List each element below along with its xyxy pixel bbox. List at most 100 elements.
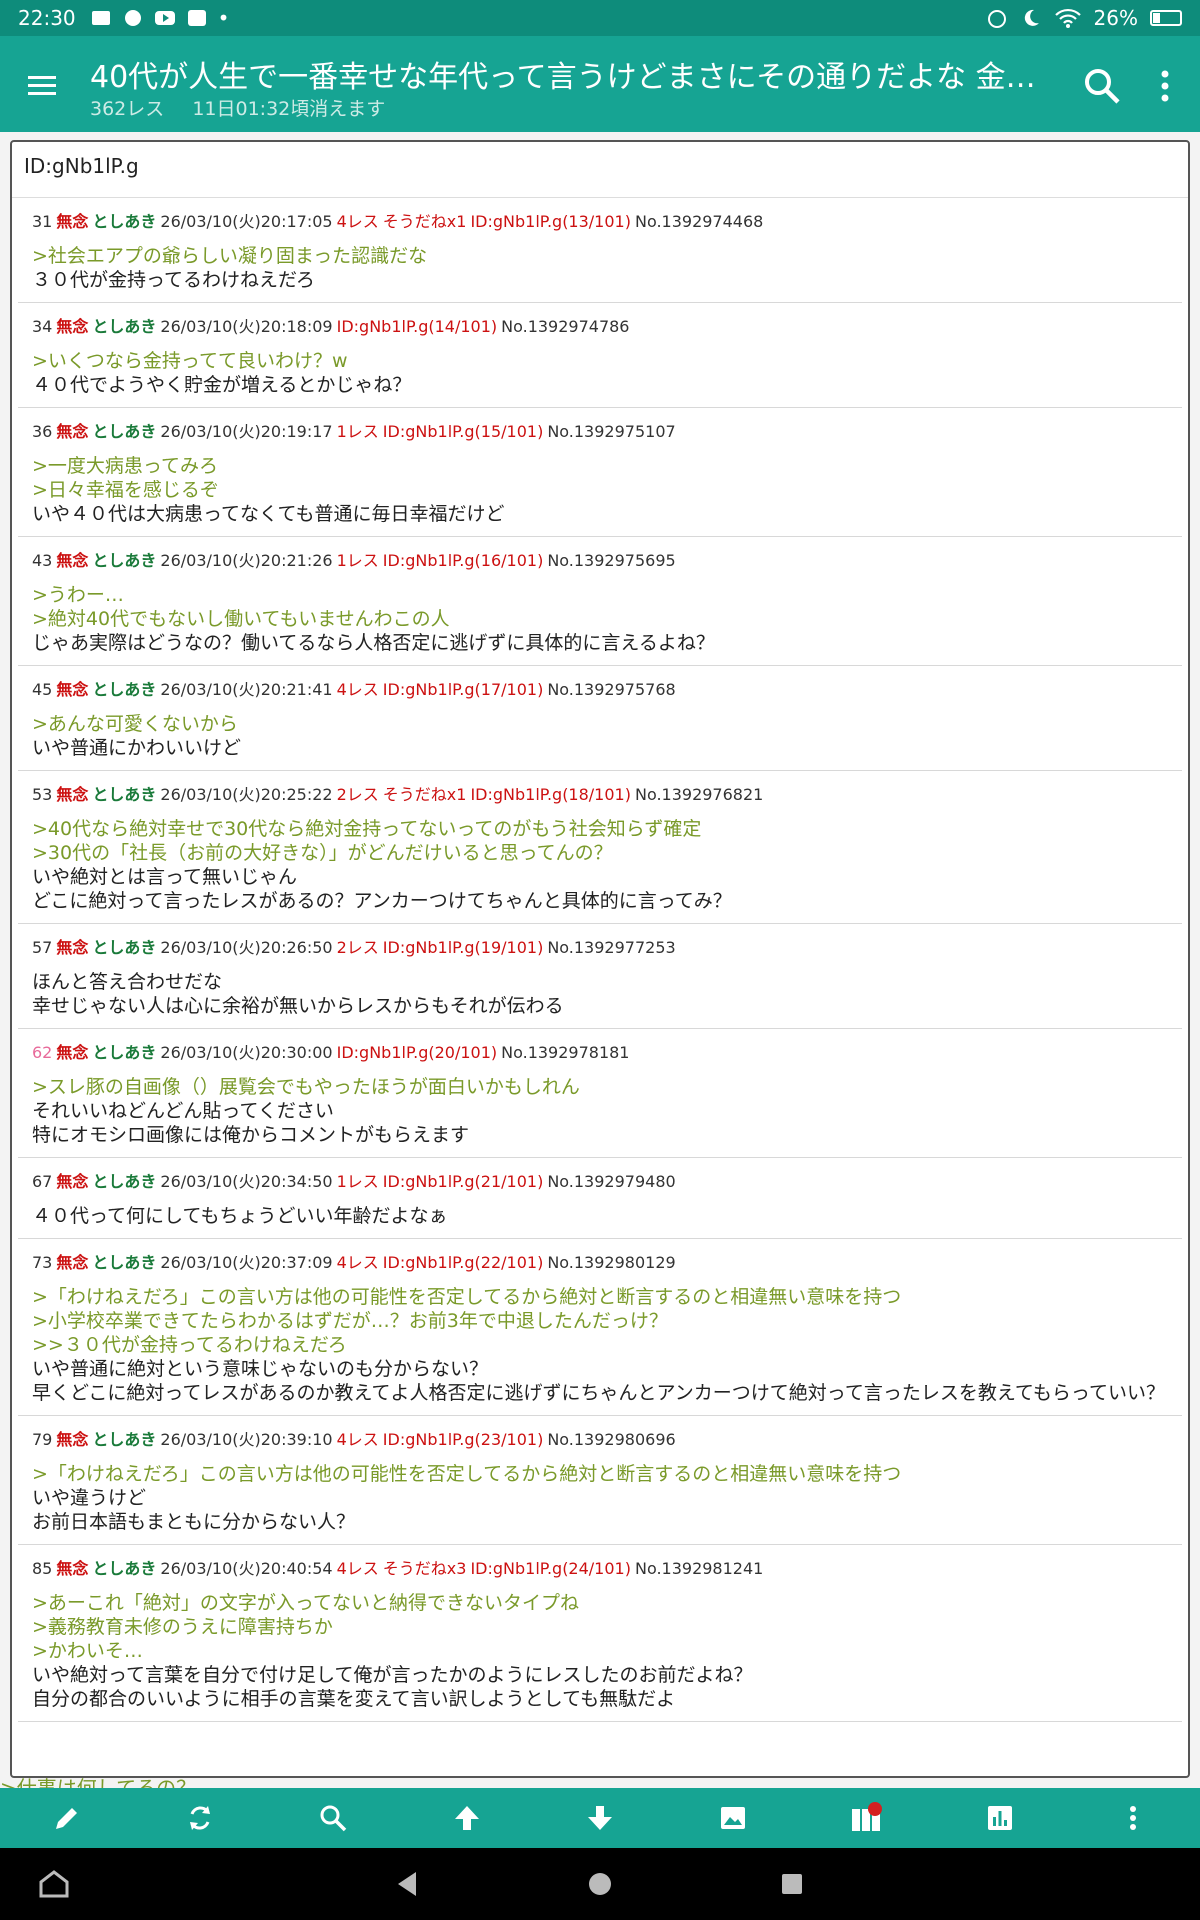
app-icon — [187, 10, 206, 26]
post-quote[interactable]: >小学校卒業できてたらわかるはずだが…？お前3年で中退したんだっけ？ — [32, 1309, 1168, 1333]
post-reply-count[interactable]: 4レス — [337, 1253, 379, 1272]
post-quote[interactable]: >社会エアプの爺らしい凝り固まった認識だな — [32, 244, 1168, 268]
post-anon-label: 無念 — [56, 317, 89, 336]
post-sodane[interactable]: そうだねx1 — [383, 785, 467, 804]
post-quote[interactable]: >>３０代が金持ってるわけねえだろ — [32, 1333, 1168, 1357]
home-icon[interactable] — [582, 1866, 618, 1902]
post-reply-count[interactable]: 4レス — [337, 680, 379, 699]
post-name: としあき — [92, 422, 157, 441]
more-vert-icon[interactable] — [1150, 64, 1180, 108]
post-number[interactable]: 31 — [32, 212, 52, 231]
post-quote[interactable]: >うわー… — [32, 583, 1168, 607]
post-no[interactable]: No.1392980129 — [547, 1253, 675, 1272]
post-no[interactable]: No.1392976821 — [635, 785, 763, 804]
post-quote[interactable]: >40代なら絶対幸せで30代なら絶対金持ってないってのがもう社会知らず確定 — [32, 817, 1168, 841]
post-sodane[interactable]: そうだねx1 — [383, 212, 467, 231]
post-no[interactable]: No.1392980696 — [547, 1430, 675, 1449]
post-no[interactable]: No.1392978181 — [501, 1043, 629, 1062]
post-id[interactable]: ID:gNb1lP.g(13/101) — [470, 212, 631, 231]
search-icon[interactable] — [313, 1798, 353, 1838]
post-reply-count[interactable]: 4レス — [337, 1430, 379, 1449]
arrow-up-icon[interactable] — [447, 1798, 487, 1838]
battery-text: 26% — [1093, 6, 1138, 30]
post-no[interactable]: No.1392974468 — [635, 212, 763, 231]
post-id[interactable]: ID:gNb1lP.g(19/101) — [383, 938, 544, 957]
post-name: としあき — [92, 212, 157, 231]
stats-icon[interactable] — [980, 1798, 1020, 1838]
post-no[interactable]: No.1392979480 — [547, 1172, 675, 1191]
post-quote[interactable]: >いくつなら金持ってて良いわけ？w — [32, 349, 1168, 373]
post-quote[interactable]: >あんな可愛くないから — [32, 712, 1168, 736]
post-sodane[interactable]: そうだねx3 — [383, 1559, 467, 1578]
post-reply-count[interactable]: 2レス — [337, 938, 379, 957]
post-number[interactable]: 57 — [32, 938, 52, 957]
post-id[interactable]: ID:gNb1lP.g(15/101) — [383, 422, 544, 441]
post-quote[interactable]: >「わけねえだろ」この言い方は他の可能性を否定してるから絶対と断言するのと相違無… — [32, 1285, 1168, 1309]
post-text: それいいねどんどん貼ってください — [32, 1100, 334, 1122]
post-anon-label: 無念 — [56, 422, 89, 441]
pencil-icon[interactable] — [47, 1798, 87, 1838]
post-number[interactable]: 43 — [32, 551, 52, 570]
post-no[interactable]: No.1392975107 — [547, 422, 675, 441]
more-vert-icon[interactable] — [1113, 1798, 1153, 1838]
post-id[interactable]: ID:gNb1lP.g(21/101) — [383, 1172, 544, 1191]
post-quote[interactable]: >かわいそ… — [32, 1639, 1168, 1663]
post-quote[interactable]: >絶対40代でもないし働いてもいませんわこの人 — [32, 607, 1168, 631]
post-id[interactable]: ID:gNb1lP.g(22/101) — [383, 1253, 544, 1272]
post-date: 26/03/10(火)20:34:50 — [160, 1172, 333, 1191]
recents-icon[interactable] — [774, 1866, 810, 1902]
post-number[interactable]: 34 — [32, 317, 52, 336]
post-quote[interactable]: >30代の「社長（お前の大好きな）」がどんだけいると思ってんの？ — [32, 841, 1168, 865]
post-no[interactable]: No.1392975768 — [547, 680, 675, 699]
post-item: 67 無念 としあき 26/03/10(火)20:34:50 1レス ID:gNb1lP.… — [18, 1158, 1182, 1239]
post-reply-count[interactable]: 4レス — [337, 1559, 379, 1578]
refresh-icon[interactable] — [180, 1798, 220, 1838]
post-number[interactable]: 79 — [32, 1430, 52, 1449]
post-anon-label: 無念 — [56, 680, 89, 699]
post-reply-count[interactable]: 1レス — [337, 551, 379, 570]
post-no[interactable]: No.1392974786 — [501, 317, 629, 336]
post-id[interactable]: ID:gNb1lP.g(14/101) — [337, 317, 498, 336]
image-icon[interactable] — [713, 1798, 753, 1838]
post-quote[interactable]: >一度大病患ってみろ — [32, 454, 1168, 478]
post-id[interactable]: ID:gNb1lP.g(17/101) — [383, 680, 544, 699]
post-id[interactable]: ID:gNb1lP.g(23/101) — [383, 1430, 544, 1449]
post-quote[interactable]: >日々幸福を感じるぞ — [32, 478, 1168, 502]
post-item: 73 無念 としあき 26/03/10(火)20:37:09 4レス ID:gNb1lP.… — [18, 1239, 1182, 1416]
post-text: いや絶対とは言って無いじゃん — [32, 866, 298, 888]
post-number[interactable]: 62 — [32, 1043, 52, 1062]
arrow-down-icon[interactable] — [580, 1798, 620, 1838]
post-no[interactable]: No.1392975695 — [547, 551, 675, 570]
menu-icon[interactable] — [22, 66, 62, 106]
post-date: 26/03/10(火)20:26:50 — [160, 938, 333, 957]
post-number[interactable]: 73 — [32, 1253, 52, 1272]
post-id[interactable]: ID:gNb1lP.g(20/101) — [337, 1043, 498, 1062]
post-no[interactable]: No.1392981241 — [635, 1559, 763, 1578]
post-number[interactable]: 67 — [32, 1172, 52, 1191]
post-reply-count[interactable]: 1レス — [337, 1172, 379, 1191]
post-quote[interactable]: >スレ豚の自画像（）展覧会でもやったほうが面白いかもしれん — [32, 1075, 1168, 1099]
post-id[interactable]: ID:gNb1lP.g(24/101) — [470, 1559, 631, 1578]
post-id[interactable]: ID:gNb1lP.g(18/101) — [470, 785, 631, 804]
post-quote[interactable]: >「わけねえだろ」この言い方は他の可能性を否定してるから絶対と断言するのと相違無… — [32, 1462, 1168, 1486]
post-reply-count[interactable]: 4レス — [337, 212, 379, 231]
post-item: 57 無念 としあき 26/03/10(火)20:26:50 2レス ID:gNb1lP.… — [18, 924, 1182, 1029]
bookmark-badge-icon[interactable] — [847, 1798, 887, 1838]
post-body: >40代なら絶対幸せで30代なら絶対金持ってないってのがもう社会知らず確定 >30… — [32, 817, 1168, 913]
search-icon[interactable] — [1080, 64, 1124, 108]
post-number[interactable]: 53 — [32, 785, 52, 804]
post-quote[interactable]: >義務教育未修のうえに障害持ちか — [32, 1615, 1168, 1639]
post-meta: 34 無念 としあき 26/03/10(火)20:18:09 ID:gNb1lP.g(1… — [32, 315, 1168, 339]
accessibility-icon[interactable] — [36, 1866, 72, 1902]
youtube-icon — [154, 11, 175, 25]
post-quote[interactable]: >あーこれ「絶対」の文字が入ってないと納得できないタイプね — [32, 1591, 1168, 1615]
post-number[interactable]: 36 — [32, 422, 52, 441]
post-number[interactable]: 85 — [32, 1559, 52, 1578]
back-icon[interactable] — [390, 1866, 426, 1902]
post-reply-count[interactable]: 2レス — [337, 785, 379, 804]
chat-icon — [124, 10, 141, 26]
post-reply-count[interactable]: 1レス — [337, 422, 379, 441]
post-no[interactable]: No.1392977253 — [547, 938, 675, 957]
post-id[interactable]: ID:gNb1lP.g(16/101) — [383, 551, 544, 570]
post-number[interactable]: 45 — [32, 680, 52, 699]
